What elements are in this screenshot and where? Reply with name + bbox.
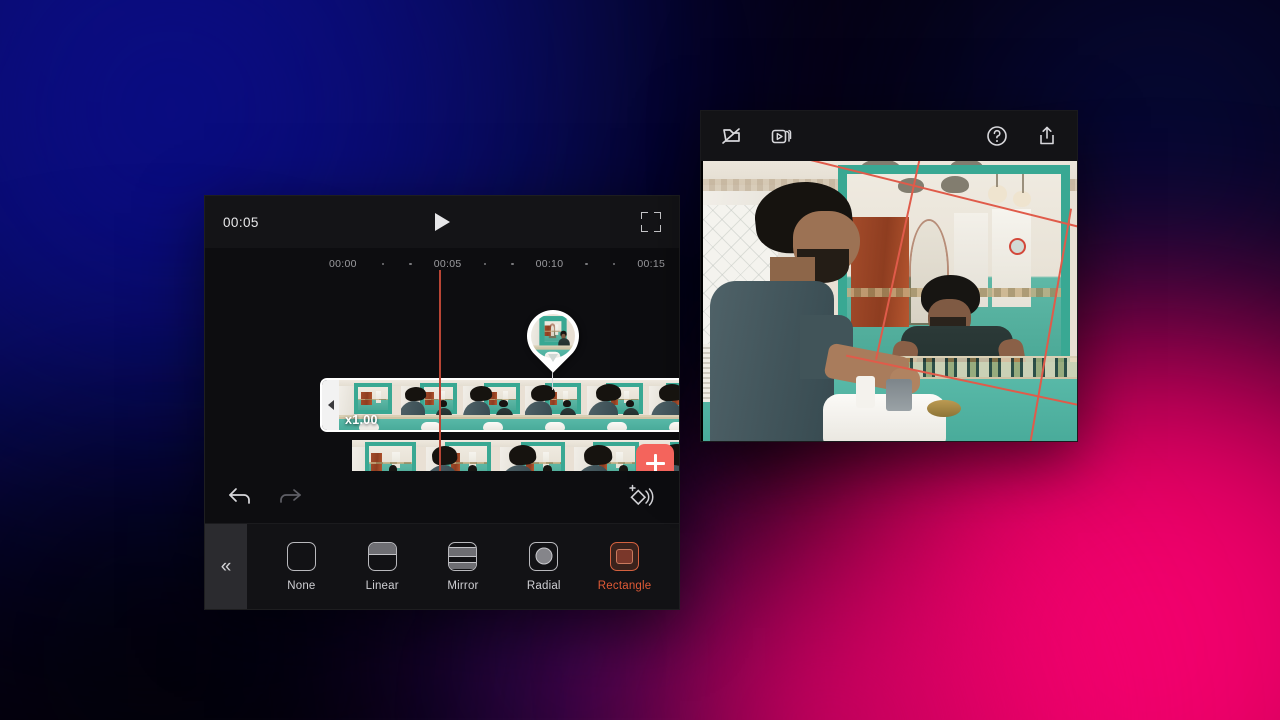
chevron-left-icon	[327, 400, 334, 410]
timeline-area[interactable]: 00:00 00:05 00:10 00:15 00:2	[205, 248, 679, 471]
mask-option-rectangle[interactable]: Rectangle	[589, 541, 661, 592]
fullscreen-icon[interactable]	[641, 212, 661, 232]
mask-rectangle-icon	[610, 541, 640, 571]
video-layers-icon	[771, 129, 792, 144]
editor-header: 00:05	[205, 196, 679, 248]
pin-pointer	[548, 354, 558, 362]
pin-thumbnail	[531, 314, 575, 358]
mask-option-radial[interactable]: Radial	[508, 541, 580, 592]
ruler-dot	[511, 262, 514, 266]
ruler-tick: 00:00	[329, 258, 357, 270]
mask-option-label: None	[287, 579, 316, 592]
add-keyframe-button[interactable]	[627, 483, 655, 509]
play-button[interactable]	[429, 209, 455, 235]
back-curved-arrow-button[interactable]	[719, 124, 743, 148]
mask-radial-icon	[529, 541, 559, 571]
filmstrip-frame	[352, 440, 426, 471]
filmstrip-frame	[525, 380, 587, 430]
mask-option-label: Rectangle	[597, 579, 652, 592]
pin-stem	[552, 372, 554, 390]
mask-option-label: Mirror	[447, 579, 479, 592]
preview-video-stage[interactable]	[701, 161, 1077, 441]
preview-video-frame	[703, 161, 1077, 441]
mask-mirror-icon	[448, 541, 478, 571]
ruler-dot	[409, 262, 412, 266]
video-layers-button[interactable]	[769, 124, 793, 148]
ruler-dot	[483, 262, 487, 266]
ruler-dot	[381, 262, 385, 266]
mask-none-icon	[286, 541, 316, 571]
mask-option-mirror[interactable]: Mirror	[427, 541, 499, 592]
mask-linear-icon	[367, 541, 397, 571]
mask-option-linear[interactable]: Linear	[346, 541, 418, 592]
undo-arrow-icon	[229, 488, 250, 504]
mask-option-label: Linear	[365, 579, 399, 592]
video-editor-window: 00:05 00:00 00:05 00:10 00:15 x1.00 « No…	[204, 195, 680, 610]
back-curved-arrow-icon	[722, 128, 740, 144]
overlay-filmstrip	[352, 440, 679, 471]
question-mark-circle-icon	[987, 126, 1007, 146]
redo-button[interactable]	[277, 485, 303, 507]
undo-button[interactable]	[227, 485, 253, 507]
ruler-dot	[612, 262, 616, 266]
share-button[interactable]	[1035, 124, 1059, 148]
ruler-tick: 00:15	[637, 258, 666, 270]
ruler-tick: 00:05	[433, 258, 462, 270]
mask-option-label: Radial	[526, 579, 561, 592]
preview-toolbar	[701, 111, 1077, 161]
filmstrip-frame	[401, 380, 463, 430]
filmstrip-frame	[587, 380, 649, 430]
current-time-label: 00:05	[223, 214, 259, 230]
mask-options-list: None Linear Mirror Radial Rectangle	[247, 524, 679, 609]
editor-control-row	[205, 471, 679, 523]
timeline-ruler[interactable]: 00:00 00:05 00:10 00:15 00:2	[205, 254, 679, 274]
ruler-dot	[585, 262, 588, 266]
redo-arrow-icon	[280, 489, 301, 503]
timeline-clip-overlay[interactable]	[352, 440, 679, 471]
double-chevron-left-icon: «	[220, 556, 232, 577]
clip-speed-badge: x1.00	[345, 413, 378, 427]
share-upload-icon	[1040, 126, 1054, 145]
plus-icon	[645, 453, 665, 471]
add-keyframe-icon	[629, 484, 654, 506]
preview-window	[700, 110, 1078, 442]
clip-thumbnail-pin-marker[interactable]	[516, 299, 590, 373]
add-clip-button[interactable]	[636, 444, 674, 471]
collapse-panel-button[interactable]: «	[205, 524, 247, 609]
filmstrip-frame	[426, 440, 500, 471]
filmstrip-frame	[463, 380, 525, 430]
mask-toolbar: « None Linear Mirror Radial Rectangle	[205, 523, 679, 609]
playhead[interactable]	[439, 270, 441, 471]
help-button[interactable]	[985, 124, 1009, 148]
clip-trim-handle-left[interactable]	[322, 380, 339, 430]
clip-filmstrip	[339, 380, 679, 430]
filmstrip-frame	[500, 440, 574, 471]
filmstrip-frame	[649, 380, 679, 430]
ruler-tick: 00:10	[535, 258, 564, 270]
timeline-clip-main[interactable]: x1.00 00:23	[320, 378, 679, 432]
play-icon	[434, 213, 450, 231]
mask-option-none[interactable]: None	[265, 541, 337, 592]
